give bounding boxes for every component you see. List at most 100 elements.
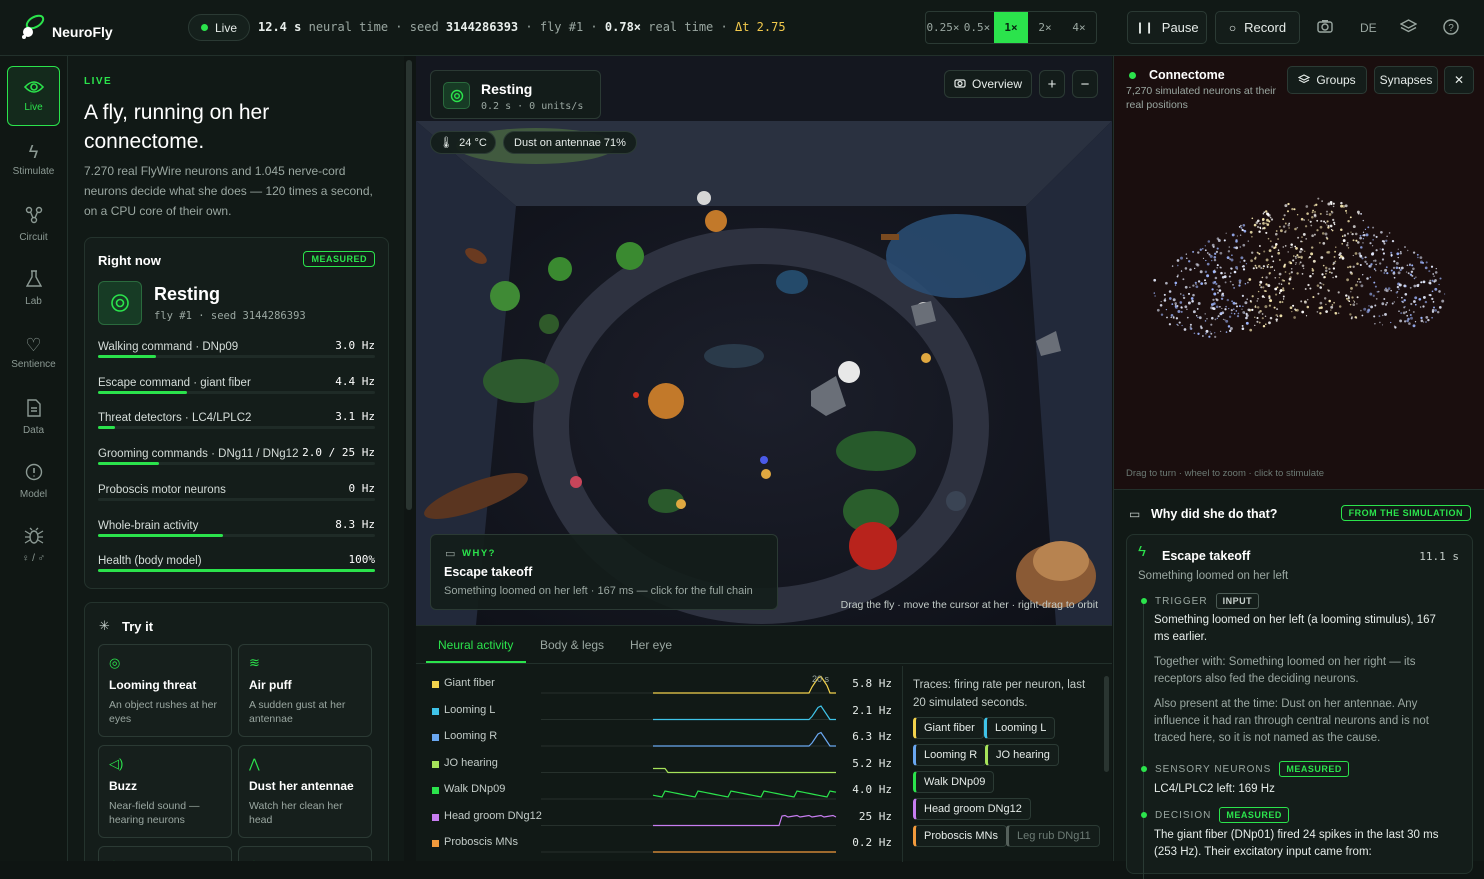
neuron-dot bbox=[1225, 232, 1227, 234]
try-air-puff[interactable]: ≋ Air puff A sudden gust at her antennae bbox=[238, 644, 372, 737]
neuron-dot bbox=[1222, 318, 1225, 321]
why-popup[interactable]: ▭ WHY? Escape takeoff Something loomed o… bbox=[430, 534, 778, 610]
rail-item-lab[interactable]: Lab bbox=[7, 258, 60, 318]
measured-badge: MEASURED bbox=[1219, 807, 1289, 823]
try-more-1[interactable]: △ bbox=[98, 846, 232, 861]
rail-item-sentience[interactable]: ♡ Sentience bbox=[7, 323, 60, 383]
neuron-dot bbox=[1265, 231, 1268, 234]
zoom-out-button[interactable]: − bbox=[1072, 70, 1098, 98]
pause-button[interactable]: ❙❙ Pause bbox=[1127, 11, 1207, 44]
tab-neural-activity[interactable]: Neural activity bbox=[438, 638, 513, 652]
trace-chip[interactable]: JO hearing bbox=[985, 744, 1059, 766]
neuron-dot bbox=[1313, 204, 1316, 207]
rail-item-stimulate[interactable]: ϟ Stimulate bbox=[7, 130, 60, 190]
help-icon[interactable]: ? bbox=[1443, 19, 1459, 38]
neuron-dot bbox=[1180, 310, 1183, 313]
neuron-dot bbox=[1189, 327, 1193, 330]
zoom-in-button[interactable]: + bbox=[1039, 70, 1065, 98]
neuron-dot bbox=[1362, 231, 1365, 233]
neuron-dot bbox=[1275, 313, 1278, 317]
rail-item-circuit[interactable]: Circuit bbox=[7, 194, 60, 254]
groups-button[interactable]: Groups bbox=[1287, 66, 1367, 94]
left-scrollbar[interactable] bbox=[406, 60, 412, 510]
trace-chip[interactable]: Walk DNp09 bbox=[913, 771, 995, 793]
rail-item-model[interactable]: Model bbox=[7, 451, 60, 511]
trace-chip[interactable]: Looming R bbox=[913, 744, 987, 766]
try-buzz[interactable]: ◁) Buzz Near-field sound — hearing neuro… bbox=[98, 745, 232, 838]
neuron-dot bbox=[1416, 284, 1420, 288]
try-looming-threat[interactable]: ◎ Looming threat An object rushes at her… bbox=[98, 644, 232, 737]
camera-icon[interactable] bbox=[1317, 19, 1333, 36]
layers-icon[interactable] bbox=[1399, 19, 1418, 36]
why-desc: Something loomed on her left · 167 ms — … bbox=[444, 585, 753, 597]
record-button[interactable]: ○ Record bbox=[1215, 11, 1300, 44]
live-dot-icon bbox=[201, 24, 208, 31]
neuron-dot bbox=[1375, 249, 1378, 252]
overview-button[interactable]: Overview bbox=[944, 70, 1032, 98]
neuron-dot bbox=[1347, 266, 1349, 269]
neuron-dot bbox=[1233, 246, 1236, 249]
language-toggle[interactable]: DE bbox=[1360, 21, 1377, 35]
speed-2[interactable]: 2× bbox=[1028, 12, 1062, 43]
rail-item-live[interactable]: Live bbox=[7, 66, 60, 126]
neuron-dot bbox=[1241, 294, 1245, 298]
synapses-button[interactable]: Synapses bbox=[1374, 66, 1438, 94]
neuron-dot bbox=[1225, 331, 1228, 333]
neuron-dot bbox=[1365, 256, 1368, 258]
legend-scrollbar[interactable] bbox=[1104, 676, 1109, 772]
trace-value: 5.8 Hz bbox=[852, 677, 892, 690]
neuron-dot bbox=[1236, 314, 1240, 318]
speed-4[interactable]: 4× bbox=[1062, 12, 1096, 43]
extra-icon: △ bbox=[249, 857, 361, 861]
trigger-step: TRIGGER INPUT bbox=[1141, 593, 1260, 609]
neuron-dot bbox=[1346, 243, 1349, 247]
neuron-dot bbox=[1375, 235, 1378, 238]
neuron-dot bbox=[1312, 272, 1314, 275]
connectome-render[interactable] bbox=[1114, 146, 1484, 446]
tab-body-legs[interactable]: Body & legs bbox=[540, 638, 604, 652]
neuron-dot bbox=[1342, 239, 1346, 243]
neuron-dot bbox=[1192, 250, 1195, 253]
neuron-dot bbox=[1416, 253, 1419, 256]
neuron-dot bbox=[1214, 332, 1216, 334]
trace-chip[interactable]: Head groom DNg12 bbox=[913, 798, 1031, 820]
try-more-2[interactable]: △ bbox=[238, 846, 372, 861]
trace-chip[interactable]: Leg rub DNg11 bbox=[1006, 825, 1100, 847]
neuron-dot bbox=[1216, 317, 1219, 320]
arena-view[interactable]: Resting 0.2 s · 0 units/s 🌡︎ 24 °C Dust o… bbox=[416, 56, 1112, 625]
neuron-dot bbox=[1372, 239, 1374, 241]
neuron-dot bbox=[1424, 266, 1428, 270]
rail-item-sex[interactable]: ♀ / ♂ bbox=[7, 515, 60, 575]
neuron-dot bbox=[1300, 255, 1303, 259]
trace-chip[interactable]: Looming L bbox=[984, 717, 1056, 739]
try-desc: A sudden gust at her antennae bbox=[249, 699, 346, 725]
tab-her-eye[interactable]: Her eye bbox=[630, 638, 672, 652]
neuron-dot bbox=[1346, 297, 1348, 300]
app-logo[interactable]: NeuroFly bbox=[18, 12, 113, 42]
trace-chip[interactable]: Giant fiber bbox=[913, 717, 984, 739]
neuron-dot bbox=[1317, 292, 1320, 295]
try-dust-antennae[interactable]: ⋀ Dust her antennae Watch her clean her … bbox=[238, 745, 372, 838]
neuron-dot bbox=[1240, 226, 1243, 229]
neuron-dot bbox=[1200, 326, 1203, 330]
neuron-dot bbox=[1388, 232, 1391, 234]
neuron-dot bbox=[1293, 316, 1296, 319]
metric-label: Whole-brain activity bbox=[98, 520, 199, 532]
neuron-dot bbox=[1266, 218, 1269, 222]
neuron-dot bbox=[1231, 300, 1233, 303]
neuron-dot bbox=[1359, 254, 1363, 258]
live-indicator[interactable]: Live bbox=[188, 14, 251, 41]
speed-0-25[interactable]: 0.25× bbox=[926, 12, 960, 43]
speed-0-5[interactable]: 0.5× bbox=[960, 12, 994, 43]
neuron-dot bbox=[1212, 271, 1216, 274]
rail-item-data[interactable]: Data bbox=[7, 387, 60, 447]
neuron-dot bbox=[1414, 303, 1417, 306]
neuron-dot bbox=[1409, 286, 1412, 289]
neuron-dot bbox=[1372, 226, 1375, 229]
fly-id: fly #1 bbox=[539, 20, 584, 34]
pause-label: Pause bbox=[1161, 20, 1199, 35]
trace-chip[interactable]: Proboscis MNs bbox=[913, 825, 1007, 847]
chat-icon: ▭ bbox=[1129, 507, 1141, 521]
close-connectome-button[interactable]: ✕ bbox=[1444, 66, 1474, 94]
speed-1[interactable]: 1× bbox=[994, 12, 1028, 43]
